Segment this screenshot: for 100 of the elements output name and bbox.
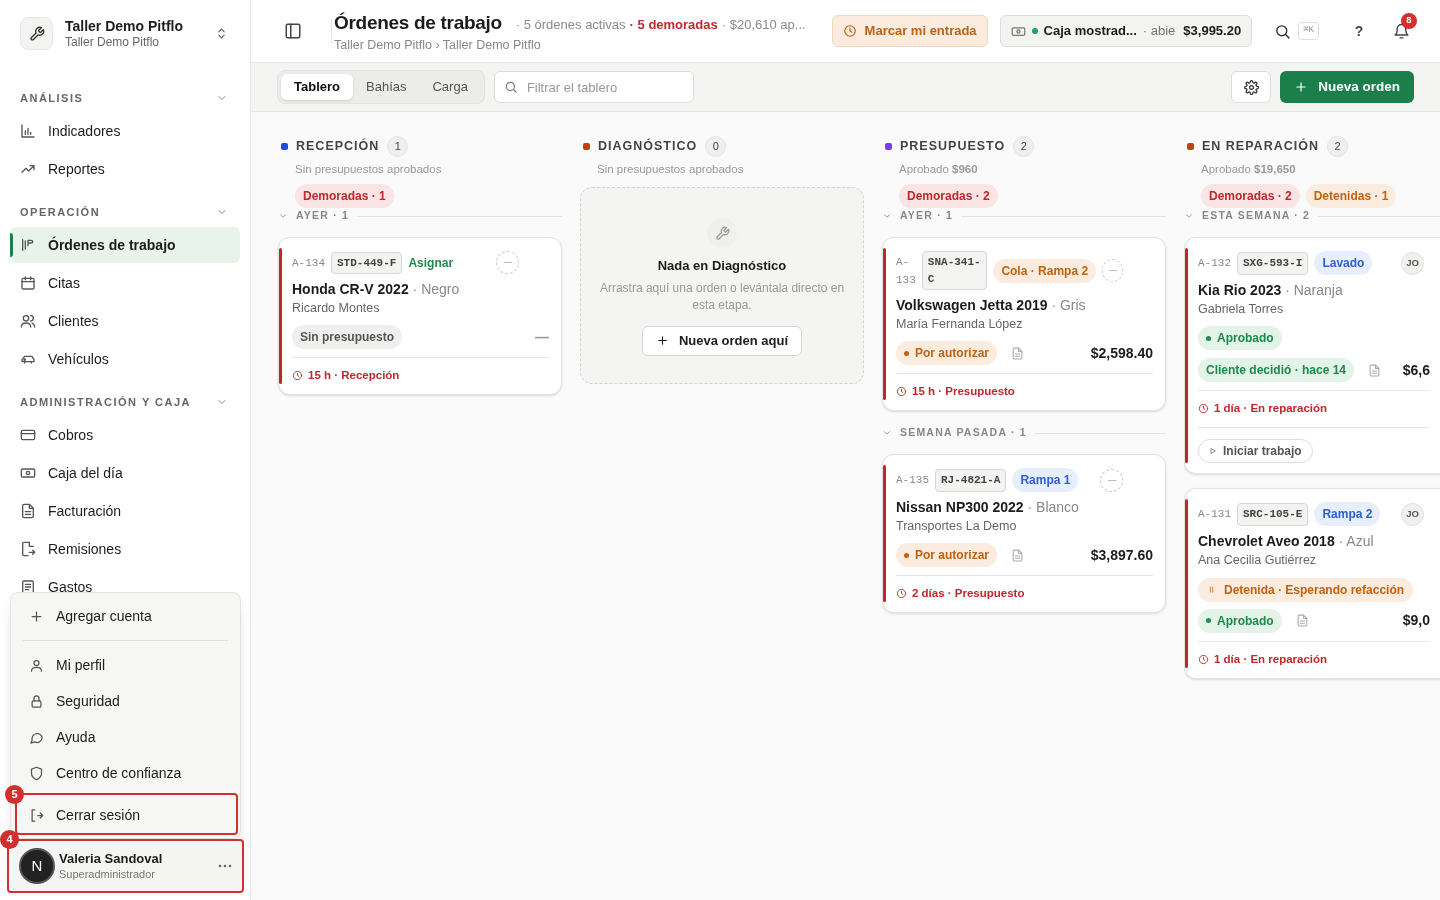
group-heading: AYER · 1 [296, 208, 349, 224]
column-count: 2 [1326, 136, 1348, 157]
nav-item[interactable]: Facturación [10, 493, 240, 529]
empty-title: Nada en Diagnóstico [657, 257, 787, 276]
customer-name: Ricardo Montes [292, 300, 381, 318]
bay-tag: Lavado [1314, 251, 1373, 276]
hold-tag: Detenida · Esperando refacción [1198, 577, 1414, 602]
vehicle-color: · Gris [1051, 297, 1086, 314]
empty-description: Arrastra aquí una orden o levántala directo en esta etapa. [598, 279, 846, 314]
order-card[interactable]: A-134 STD-449-F Asignar Honda CR-V 2022 · Negro Ricardo Montes Sin presupuesto — 15 h · Recepción [278, 237, 562, 396]
user-role: Superadministrador [59, 867, 156, 882]
count-tag: Demoradas · 2 [1201, 184, 1300, 209]
order-card[interactable]: A-131 SRC-105-E Rampa 2 JO Chevrolet Aveo 2018 · Azul Ana Cecilia Gutiérrez Detenida · Esperando refacción Aprobado $9,0 1 día · En reparación [1184, 488, 1440, 679]
elapsed-time: 1 día · En reparación [1214, 401, 1328, 416]
elapsed-time: 1 día · En reparación [1214, 651, 1328, 667]
order-amount: $6,6 [1402, 360, 1430, 380]
nav-item[interactable]: Remisiones [10, 531, 240, 567]
order-amount: — [535, 327, 549, 347]
bay-tag: Rampa 1 [1012, 468, 1079, 493]
status-tag: Cliente decidió · hace 14 [1198, 358, 1355, 382]
vehicle-name: Volkswagen Jetta 2019 [896, 297, 1048, 314]
elapsed-time: 15 h · Recepción [308, 368, 400, 383]
order-number: A-135 [896, 473, 929, 488]
user-name: Valeria Sandoval [59, 850, 164, 867]
user-avatar: N [19, 848, 55, 884]
status-tag: Aprobado [1198, 326, 1282, 350]
column-summary: Sin presupuestos aprobados [596, 162, 745, 177]
order-card[interactable]: A-135 RJ-4821-A Rampa 1 Nissan NP300 2022 · Blanco Transportes La Demo Por autorizar $3,897.60 2 días · Presupuesto [882, 454, 1166, 614]
order-card[interactable]: A-132 SXG-593-I Lavado JO Kia Rio 2023 · Naranja Gabriela Torres Aprobado Cliente decidió · hace 14 $6,6 1 día · En reparación Iniciar trabajo [1184, 237, 1440, 475]
help-button[interactable]: ? [1349, 20, 1369, 42]
column-summary: Sin presupuestos aprobados [294, 162, 443, 177]
count-tag: Demoradas · 2 [899, 184, 998, 209]
menu-item[interactable]: Seguridad [17, 683, 234, 719]
nav-item[interactable]: Reportes [10, 151, 240, 187]
plate-number: SNA-341-C [921, 251, 988, 291]
customer-name: Ana Cecilia Gutiérrez [1198, 552, 1318, 570]
breadcrumb: Taller Demo Pitflo › Taller Demo Pitflo [334, 37, 542, 53]
bay-tag: Rampa 2 [1314, 502, 1381, 527]
annotation-number: 5 [5, 785, 24, 804]
view-tab[interactable]: Carga [419, 74, 481, 100]
vehicle-name: Honda CR-V 2022 [292, 281, 409, 298]
order-number: A-131 [1198, 507, 1231, 522]
group-heading: AYER · 1 [900, 208, 953, 224]
count-tag: Demoradas · 1 [295, 184, 394, 209]
count-tag: Detenidas · 1 [1305, 184, 1397, 209]
check-in-button[interactable]: Marcar mi entrada [831, 15, 988, 47]
column-count: 0 [705, 136, 727, 157]
new-order-button[interactable]: Nueva orden [1280, 71, 1414, 103]
plate-number: SRC-105-E [1237, 503, 1309, 526]
nav-item[interactable]: Caja del día [10, 455, 240, 491]
elapsed-time: 2 días · Presupuesto [912, 586, 1025, 601]
status-tag: Por autorizar [896, 341, 997, 365]
view-tab[interactable]: Bahías [353, 74, 420, 100]
plate-number: STD-449-F [331, 251, 403, 274]
workspace-name: Taller Demo Pitflo [65, 17, 184, 35]
bay-tag: Cola · Rampa 2 [993, 258, 1097, 283]
vehicle-color: · Azul [1338, 533, 1374, 550]
nav-item[interactable]: Clientes [10, 303, 240, 339]
vehicle-color: · Negro [412, 281, 460, 298]
column-title: EN REPARACIÓN [1202, 137, 1319, 156]
column-title: RECEPCIÓN [296, 137, 380, 156]
order-number: A-134 [292, 255, 325, 271]
column-summary: Aprobado $19,650 [1200, 162, 1297, 177]
menu-item[interactable]: Mi perfil [17, 647, 234, 683]
filter-field[interactable]: Filtrar el tablero [493, 71, 694, 103]
vehicle-color: · Blanco [1027, 499, 1079, 516]
status-tag: Por autorizar [896, 543, 997, 567]
section-heading: ANÁLISIS [20, 90, 84, 106]
order-number: A-133 [896, 254, 916, 288]
new-order-here-button[interactable]: Nueva orden aquí [641, 325, 803, 356]
group-heading: ESTA SEMANA · 2 [1202, 208, 1311, 224]
status-tag: Aprobado [1198, 608, 1282, 633]
assign-link[interactable]: Asignar [408, 253, 454, 272]
summary-stat: · $20,610 ap... [721, 16, 806, 35]
notification-badge: 8 [1401, 12, 1417, 29]
order-amount: $3,897.60 [1090, 545, 1153, 565]
column-count: 2 [1013, 136, 1035, 157]
workspace-subtitle: Taller Demo Pitflo [65, 35, 161, 50]
menu-item[interactable]: Ayuda [17, 719, 234, 755]
elapsed-time: 15 h · Presupuesto [912, 384, 1015, 399]
vehicle-name: Chevrolet Aveo 2018 [1198, 533, 1335, 550]
vehicle-name: Kia Rio 2023 [1198, 282, 1282, 299]
nav-item[interactable]: Vehículos [10, 341, 240, 377]
summary-stat: · 5 órdenes activas [515, 16, 626, 35]
customer-name: Gabriela Torres [1198, 301, 1285, 319]
nav-item[interactable]: Citas [10, 265, 240, 301]
nav-item[interactable]: Órdenes de trabajo [10, 227, 240, 263]
customer-name: María Fernanda López [896, 316, 1024, 334]
order-card[interactable]: A-133 SNA-341-C Cola · Rampa 2 Volkswagen Jetta 2019 · Gris María Fernanda López Por autorizar $2,598.40 15 h · Presupuesto [882, 237, 1166, 412]
assignee-avatar[interactable]: JO [1401, 502, 1424, 526]
nav-item[interactable]: Indicadores [10, 113, 240, 149]
plate-number: RJ-4821-A [935, 469, 1007, 492]
nav-item[interactable]: Cobros [10, 417, 240, 453]
assignee-avatar[interactable]: JO [1401, 251, 1424, 275]
group-heading: SEMANA PASADA · 1 [900, 425, 1027, 441]
view-tab[interactable]: Tablero [281, 74, 353, 100]
cash-register-button[interactable]: Caja mostrad... · abie $3,995.20 [999, 15, 1253, 47]
column-title: PRESUPUESTO [900, 138, 1006, 156]
column-title: DIAGNÓSTICO [598, 137, 698, 156]
section-heading: OPERACIÓN [20, 204, 101, 220]
